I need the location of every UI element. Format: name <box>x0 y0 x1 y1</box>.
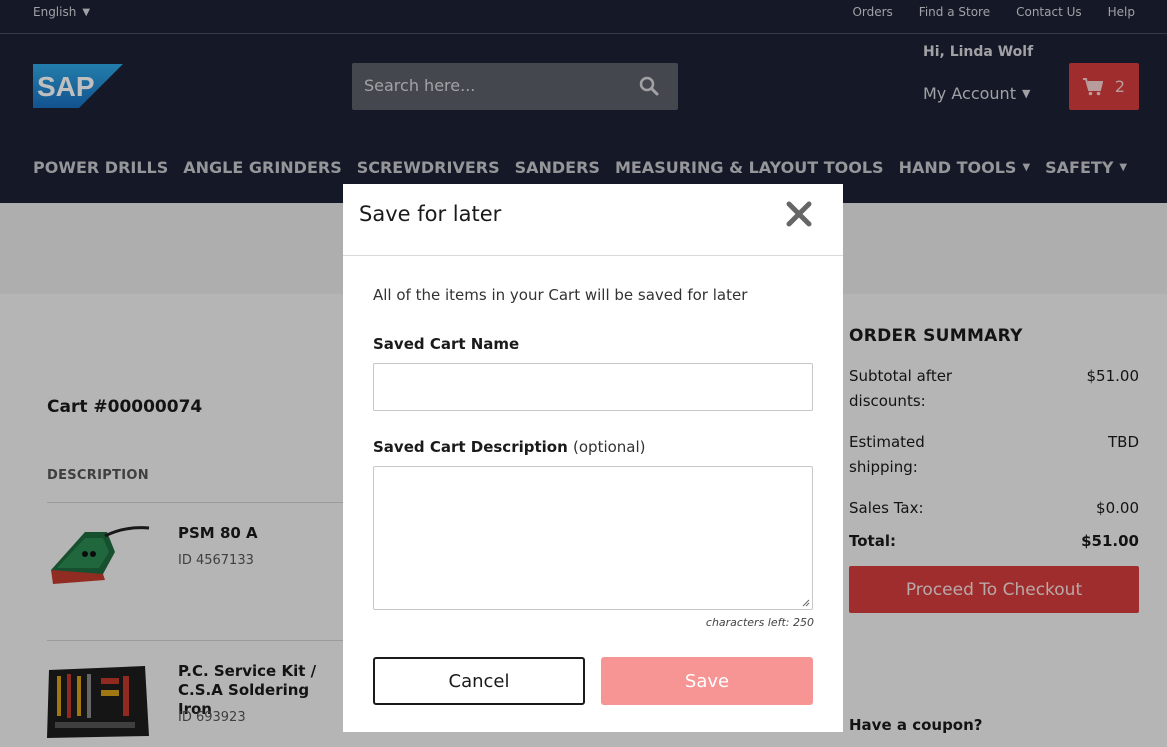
save-button[interactable]: Save <box>601 657 813 705</box>
cancel-button[interactable]: Cancel <box>373 657 585 705</box>
modal-title: Save for later <box>359 202 502 226</box>
characters-left-counter: characters left: 250 <box>705 616 814 629</box>
saved-cart-name-label: Saved Cart Name <box>373 335 520 353</box>
modal-header: Save for later <box>343 184 843 256</box>
modal-message: All of the items in your Cart will be sa… <box>373 286 748 304</box>
save-for-later-modal: Save for later All of the items in your … <box>343 184 843 732</box>
close-icon[interactable] <box>785 200 813 228</box>
resize-handle-icon[interactable] <box>802 599 810 607</box>
saved-cart-description-label: Saved Cart Description (optional) <box>373 438 646 456</box>
saved-cart-name-input[interactable] <box>373 363 813 411</box>
saved-cart-description-input[interactable] <box>373 466 813 610</box>
description-label-text: Saved Cart Description <box>373 438 568 456</box>
optional-hint: (optional) <box>573 438 646 456</box>
